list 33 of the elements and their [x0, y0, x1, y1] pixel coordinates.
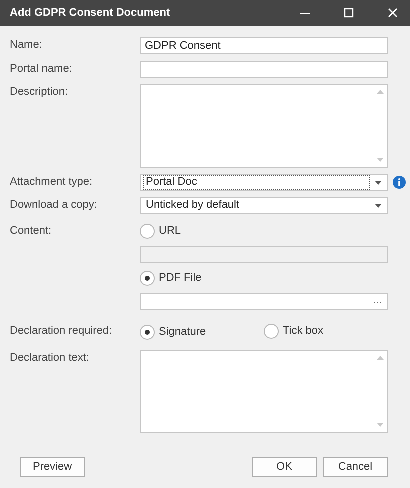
radio-button[interactable]: URL [140, 223, 182, 239]
close-icon[interactable] [388, 8, 398, 18]
field-label: Declaration text: [10, 350, 90, 366]
ok-button[interactable]: OK [252, 457, 317, 477]
text-area[interactable] [140, 84, 388, 168]
text-field[interactable] [140, 61, 388, 78]
text-field[interactable]: GDPR Consent [140, 37, 388, 54]
field-label: Download a copy: [10, 198, 98, 213]
field-label: Attachment type: [10, 175, 94, 190]
info-icon[interactable] [393, 176, 406, 189]
field-label: Name: [10, 38, 44, 53]
field-label: Portal name: [10, 62, 74, 77]
scroll-up-icon[interactable] [376, 356, 384, 360]
cancel-button[interactable]: Cancel [323, 457, 388, 477]
radio-button[interactable]: Tick box [264, 323, 324, 339]
maximize-icon[interactable] [344, 8, 354, 18]
field-label: Description: [10, 85, 70, 100]
preview-button[interactable]: Preview [20, 457, 85, 477]
file-path-field[interactable]: ··· [140, 293, 388, 310]
text-area[interactable] [140, 350, 388, 432]
radio-button[interactable]: Signature [140, 324, 206, 340]
radio-button[interactable]: PDF File [140, 270, 202, 286]
field-label: Declaration required: [10, 324, 114, 339]
window-title: Add GDPR Consent Document [10, 7, 172, 19]
scroll-up-icon[interactable] [376, 90, 384, 94]
scroll-down-icon[interactable] [376, 158, 384, 162]
scroll-down-icon[interactable] [376, 422, 384, 426]
field-label: Content: [10, 224, 53, 239]
dropdown[interactable]: Unticked by default [140, 197, 388, 214]
dropdown[interactable]: Portal Doc [140, 174, 388, 191]
caret-icon [375, 180, 382, 184]
browse-button[interactable]: ··· [368, 296, 387, 306]
caret-icon [375, 204, 382, 208]
